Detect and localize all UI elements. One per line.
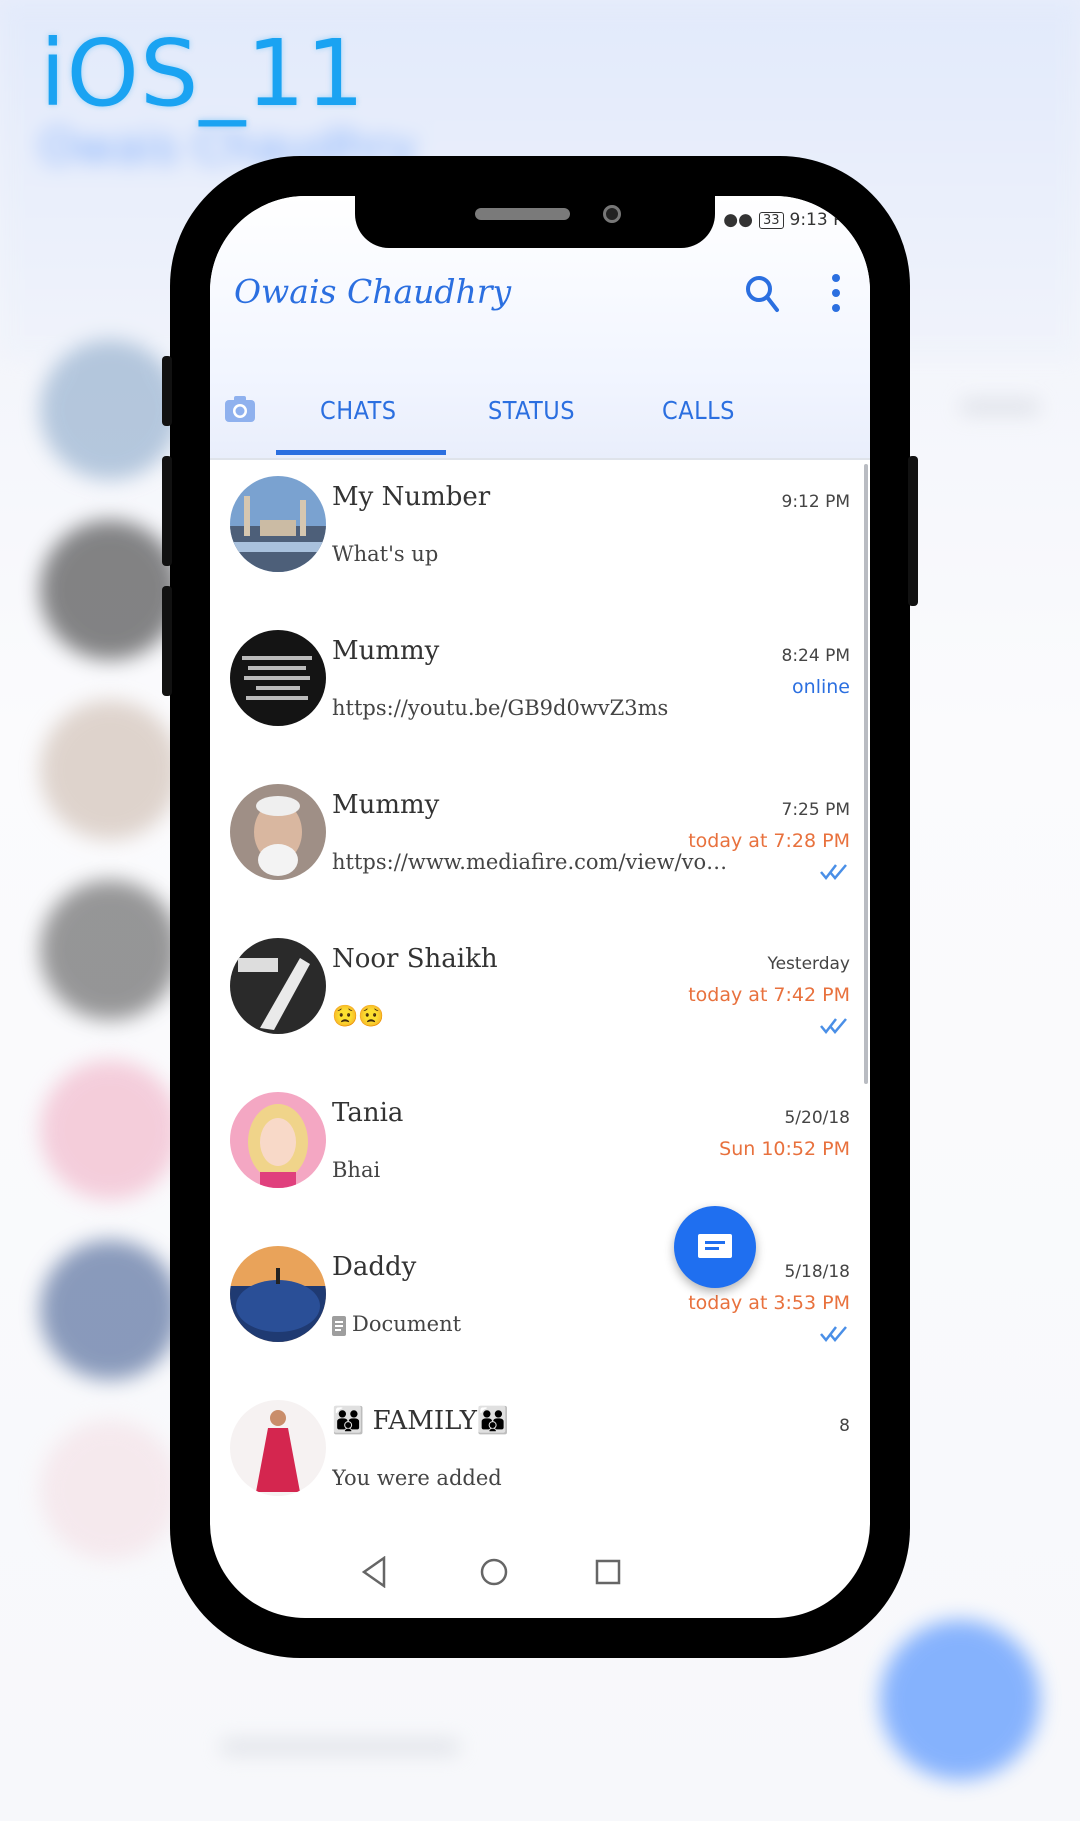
avatar-text-image — [230, 630, 326, 726]
tab-chats[interactable]: CHATS — [320, 396, 397, 425]
last-message: 😟😟 — [332, 1004, 385, 1028]
contact-name: Mummy — [332, 790, 440, 820]
contact-name: My Number — [332, 482, 491, 512]
bg-avatar — [40, 700, 180, 840]
chat-row[interactable]: 👪 FAMILY👪 You were added 8 — [210, 1384, 870, 1538]
signal-icon: ●● — [723, 210, 753, 230]
new-chat-button[interactable] — [674, 1206, 756, 1288]
contact-name: Tania — [332, 1098, 404, 1128]
tab-status[interactable]: STATUS — [488, 396, 575, 425]
double-check-icon — [820, 864, 847, 880]
search-icon[interactable] — [744, 274, 780, 314]
message-time: 8:24 PM — [781, 646, 851, 666]
last-message: https://www.mediafire.com/view/vode5skb2… — [332, 850, 732, 874]
notch — [355, 196, 715, 248]
avatar-dome-image — [230, 1246, 326, 1342]
contact-name: 👪 FAMILY👪 — [332, 1406, 510, 1436]
power-button — [908, 456, 918, 606]
volume-up-button — [162, 456, 172, 566]
last-seen: Sun 10:52 PM — [719, 1138, 850, 1160]
avatar[interactable] — [230, 1092, 326, 1188]
avatar[interactable] — [230, 784, 326, 880]
last-message: Bhai — [332, 1158, 381, 1182]
page-title: Owais Chaudhry — [234, 272, 512, 311]
tab-calls[interactable]: CALLS — [662, 396, 735, 425]
battery-icon: 33 — [758, 211, 784, 229]
avatar[interactable] — [230, 476, 326, 572]
chat-row[interactable]: Noor Shaikh 😟😟 Yesterday today at 7:42 P… — [210, 922, 870, 1076]
message-time: 7:25 PM — [781, 800, 851, 820]
phone-screen: ●● 33 9:13 PM Owais Chaudhry CHATS STATU… — [210, 196, 870, 1618]
active-tab-indicator — [276, 450, 446, 455]
home-nav-icon[interactable] — [478, 1556, 510, 1588]
last-message: Document — [352, 1312, 462, 1336]
avatar[interactable] — [230, 630, 326, 726]
avatar-mosque-image — [230, 476, 326, 572]
last-seen: today at 7:42 PM — [688, 984, 850, 1006]
bg-avatar — [40, 340, 180, 480]
double-check-icon — [820, 1326, 847, 1342]
message-time: 9:12 PM — [781, 492, 851, 512]
bg-avatar — [40, 520, 180, 660]
recents-nav-icon[interactable] — [594, 1558, 622, 1586]
chat-row[interactable]: Daddy Document 5/18/18 today at 3:53 PM — [210, 1230, 870, 1384]
avatar-elder-image — [230, 784, 326, 880]
volume-down-button — [162, 586, 172, 696]
bg-avatar — [40, 1240, 180, 1380]
last-seen: today at 7:28 PM — [688, 830, 850, 852]
last-message: You were added — [332, 1466, 502, 1490]
contact-name: Mummy — [332, 636, 440, 666]
last-seen: today at 3:53 PM — [688, 1292, 850, 1314]
ios-version-label: iOS_11 — [40, 20, 366, 127]
bg-line — [960, 400, 1040, 414]
avatar[interactable] — [230, 1246, 326, 1342]
chat-row[interactable]: My Number What's up 9:12 PM — [210, 460, 870, 614]
more-options-icon[interactable] — [828, 272, 844, 314]
document-icon — [332, 1316, 346, 1336]
chat-row[interactable]: Tania Bhai 5/20/18 Sun 10:52 PM — [210, 1076, 870, 1230]
chat-row[interactable]: Mummy https://www.mediafire.com/view/vod… — [210, 768, 870, 922]
silent-switch — [162, 356, 172, 426]
avatar[interactable] — [230, 1400, 326, 1496]
chat-row[interactable]: Mummy https://youtu.be/GB9d0wvZ3ms 8:24 … — [210, 614, 870, 768]
message-icon — [698, 1234, 732, 1258]
message-time: 5/18/18 — [784, 1262, 850, 1282]
scrollbar[interactable] — [864, 464, 868, 1084]
back-nav-icon[interactable] — [360, 1556, 388, 1588]
contact-name: Daddy — [332, 1252, 417, 1282]
speaker — [475, 208, 570, 220]
bg-avatar — [40, 1420, 180, 1560]
message-time: Yesterday — [767, 954, 850, 974]
avatar[interactable] — [230, 938, 326, 1034]
last-message: https://youtu.be/GB9d0wvZ3ms — [332, 696, 669, 720]
message-time: 5/20/18 — [784, 1108, 850, 1128]
bg-line — [220, 1740, 460, 1754]
tab-bar: CHATS STATUS CALLS — [210, 376, 870, 456]
bg-avatar — [40, 1060, 180, 1200]
avatar-figure-image — [230, 1400, 326, 1496]
front-camera — [603, 205, 621, 223]
avatar-stairs-image — [230, 938, 326, 1034]
avatar-doll-image — [230, 1092, 326, 1188]
last-message: What's up — [332, 542, 439, 566]
navigation-bar — [210, 1528, 870, 1618]
contact-name: Noor Shaikh — [332, 944, 498, 974]
bg-fab — [880, 1620, 1040, 1780]
double-check-icon — [820, 1018, 847, 1034]
status-bar: ●● 33 9:13 PM — [723, 210, 858, 230]
camera-icon[interactable] — [224, 394, 256, 424]
phone-frame: ●● 33 9:13 PM Owais Chaudhry CHATS STATU… — [162, 156, 918, 1658]
online-status: online — [792, 676, 850, 698]
status-time: 9:13 PM — [789, 210, 859, 230]
bg-avatar — [40, 880, 180, 1020]
message-time: 8 — [839, 1416, 850, 1436]
